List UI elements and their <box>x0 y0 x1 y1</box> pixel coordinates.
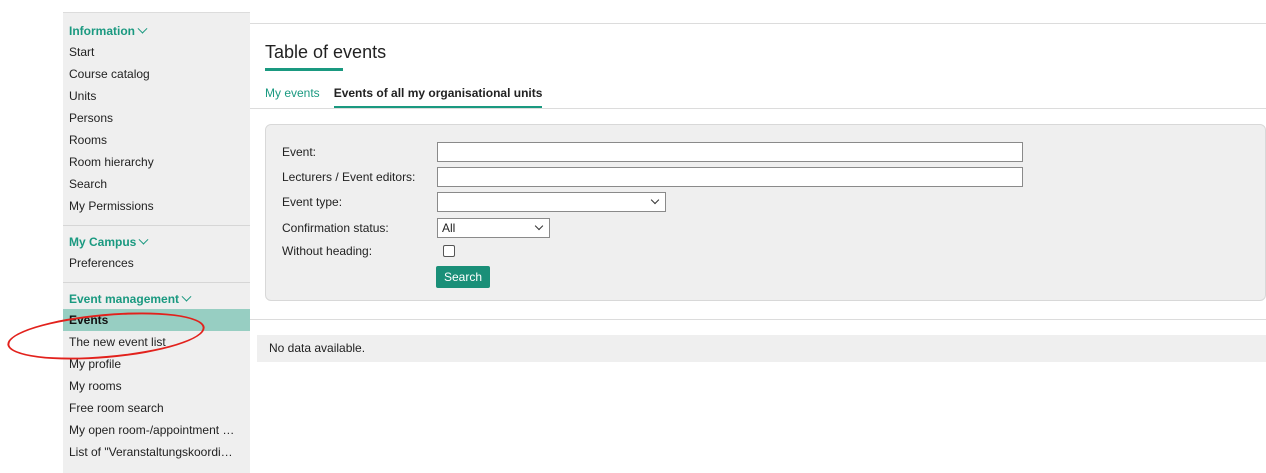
confirmation-value: All <box>442 221 456 235</box>
form-row-confirmation: Confirmation status: All <box>282 218 550 238</box>
nav-item-persons[interactable]: Persons <box>69 107 250 129</box>
event-label: Event: <box>282 145 317 159</box>
divider <box>63 225 250 226</box>
tab-bar: My events Events of all my organisationa… <box>265 86 556 109</box>
no-data-message: No data available. <box>257 335 1266 362</box>
event-input[interactable] <box>437 142 1023 162</box>
confirmation-label: Confirmation status: <box>282 221 389 235</box>
tab-all-org-units[interactable]: Events of all my organisational units <box>333 86 543 109</box>
nav-item-preferences[interactable]: Preferences <box>69 252 250 274</box>
nav-item-my-rooms[interactable]: My rooms <box>63 375 250 397</box>
nav-section-my-campus: My Campus Preferences <box>63 232 250 274</box>
chevron-down-icon <box>137 23 148 34</box>
nav-item-course-catalog[interactable]: Course catalog <box>69 63 250 85</box>
nav-item-my-permissions[interactable]: My Permissions <box>69 195 250 217</box>
search-form: Event: Lecturers / Event editors: Event … <box>265 124 1266 301</box>
chevron-down-icon <box>650 195 660 205</box>
confirmation-status-select[interactable]: All <box>437 218 550 238</box>
section-title-my-campus: My Campus <box>69 235 137 249</box>
chevron-down-icon <box>181 291 192 302</box>
section-header-information[interactable]: Information <box>69 21 250 41</box>
chevron-down-icon <box>534 221 544 231</box>
section-header-my-campus[interactable]: My Campus <box>69 232 250 252</box>
event-type-label: Event type: <box>282 195 343 209</box>
nav-item-search[interactable]: Search <box>69 173 250 195</box>
nav-item-free-room-search[interactable]: Free room search <box>63 397 250 419</box>
divider <box>250 319 1266 320</box>
nav-item-units[interactable]: Units <box>69 85 250 107</box>
tab-my-events[interactable]: My events <box>265 86 320 109</box>
event-type-select[interactable] <box>437 192 666 212</box>
nav-item-list-coordinators[interactable]: List of "Veranstaltungskoordi… <box>63 441 250 463</box>
form-row-event-type: Event type: <box>282 192 666 212</box>
divider <box>250 23 1266 24</box>
form-row-without-heading: Without heading: <box>282 244 455 258</box>
nav-item-room-hierarchy[interactable]: Room hierarchy <box>69 151 250 173</box>
nav-section-information: Information Start Course catalog Units P… <box>63 21 250 217</box>
form-row-lecturers: Lecturers / Event editors: <box>282 167 1023 187</box>
nav-item-new-event-list[interactable]: The new event list <box>63 331 250 353</box>
section-title-information: Information <box>69 24 135 38</box>
without-heading-checkbox[interactable] <box>443 245 455 257</box>
page-title: Table of events <box>265 42 387 62</box>
divider <box>63 282 250 283</box>
section-header-event-management[interactable]: Event management <box>63 289 250 309</box>
lecturers-label: Lecturers / Event editors: <box>282 170 416 184</box>
sidebar: Information Start Course catalog Units P… <box>63 12 250 473</box>
lecturers-input[interactable] <box>437 167 1023 187</box>
nav-section-event-management: Event management Events The new event li… <box>63 289 250 463</box>
nav-item-open-room-requests[interactable]: My open room-/appointment … <box>63 419 250 441</box>
nav-item-rooms[interactable]: Rooms <box>69 129 250 151</box>
chevron-down-icon <box>138 234 149 245</box>
nav-item-events[interactable]: Events <box>63 309 250 331</box>
section-title-event-management: Event management <box>69 292 180 306</box>
search-button[interactable]: Search <box>436 266 491 288</box>
form-row-event: Event: <box>282 142 1023 162</box>
title-underline <box>265 68 343 71</box>
divider <box>250 108 1266 109</box>
without-heading-label: Without heading: <box>282 244 373 258</box>
nav-item-my-profile[interactable]: My profile <box>63 353 250 375</box>
nav-item-start[interactable]: Start <box>69 41 250 63</box>
